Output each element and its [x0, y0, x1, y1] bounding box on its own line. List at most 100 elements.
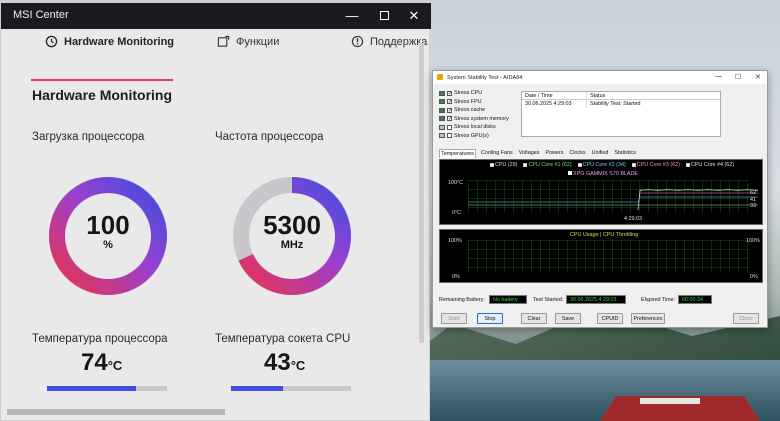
- legend-item[interactable]: CPU Core #1 (62): [523, 162, 572, 168]
- tab-voltages[interactable]: Voltages: [518, 149, 541, 158]
- graph-tabs: Temperatures Cooling Fans Voltages Power…: [439, 149, 637, 158]
- elapsed-time-value: 00:00:34: [678, 295, 712, 304]
- socket-temperature-readout: 43°C: [264, 349, 305, 377]
- stress-option-label: Stress cache: [454, 107, 486, 114]
- close-dialog-button[interactable]: Close: [733, 313, 759, 324]
- cpu-temperature-value: 74: [81, 349, 108, 376]
- features-icon: [217, 35, 230, 47]
- msi-nav: Hardware Monitoring Функции Поддержка: [1, 29, 431, 81]
- aida-titlebar[interactable]: System Stability Test - AIDA64 — ☐ ✕: [433, 71, 767, 84]
- memory-icon: [439, 116, 445, 122]
- column-header-status[interactable]: Status: [587, 92, 605, 99]
- cpu-icon: [439, 90, 445, 96]
- checkbox[interactable]: ✓: [447, 90, 452, 96]
- stress-option-label: Stress GPU(s): [454, 132, 489, 139]
- cache-icon: [439, 107, 445, 113]
- legend-item[interactable]: CPU Core #3 (62): [631, 162, 680, 168]
- tab-support[interactable]: Поддержка: [351, 35, 427, 48]
- cpu-usage-graph: CPU Usage | CPU Throttling 100% 0% 100% …: [439, 229, 763, 283]
- tab-cooling-fans[interactable]: Cooling Fans: [480, 149, 514, 158]
- y-axis-bottom-right-label: 0%: [750, 274, 758, 280]
- msi-center-window: MSI Center — ✕ Hardware Monitoring Функц…: [0, 2, 431, 421]
- tab-functions-label: Функции: [236, 35, 280, 48]
- disk-icon: [439, 124, 445, 130]
- socket-temperature-bar: [231, 386, 351, 391]
- legend-item-drive[interactable]: XPG GAMMIX S70 BLADE: [568, 171, 638, 177]
- checkbox[interactable]: [447, 133, 452, 139]
- cpu-frequency-gauge: 5300 MHz: [231, 175, 353, 297]
- socket-temperature-bar-fill: [231, 386, 283, 391]
- cpu-load-value: 100: [86, 210, 130, 240]
- aida-app-icon: [437, 74, 443, 80]
- cpuid-button[interactable]: CPUID: [597, 313, 623, 324]
- legend-item[interactable]: CPU (29): [490, 162, 517, 168]
- right-value: 62: [750, 190, 756, 196]
- tab-hardware-monitoring[interactable]: Hardware Monitoring: [45, 35, 174, 48]
- y-axis-top-label: 100°C: [448, 180, 464, 186]
- y-axis-top-right-label: 100%: [746, 238, 760, 244]
- tab-powers[interactable]: Powers: [544, 149, 564, 158]
- aida-close-button[interactable]: ✕: [755, 73, 761, 81]
- save-button[interactable]: Save: [555, 313, 581, 324]
- legend-item[interactable]: CPU Core #2 (34): [577, 162, 626, 168]
- elapsed-time-label: Elapsed Time:: [641, 297, 676, 303]
- tab-functions[interactable]: Функции: [217, 35, 279, 48]
- cpu-usage-title: CPU Usage: [570, 232, 599, 238]
- checkbox[interactable]: [447, 124, 452, 130]
- tab-hardware-monitoring-label: Hardware Monitoring: [64, 35, 175, 48]
- checkbox[interactable]: ✓: [447, 116, 452, 122]
- clear-button[interactable]: Clear: [521, 313, 547, 324]
- socket-temperature-unit: °C: [290, 358, 306, 373]
- start-button[interactable]: Start: [441, 313, 467, 324]
- log-date-cell: 30.06.2025 4:29:03: [522, 100, 587, 108]
- usage-legend: CPU Usage | CPU Throttling: [570, 232, 638, 238]
- table-row[interactable]: 30.06.2025 4:29:03 Stability Test: Start…: [522, 100, 720, 108]
- socket-temperature-value: 43: [264, 349, 291, 376]
- stress-option[interactable]: ✓ Stress CPU: [439, 89, 519, 98]
- preferences-button[interactable]: Preferences: [631, 313, 665, 324]
- checkbox[interactable]: ✓: [447, 107, 452, 113]
- maximize-button[interactable]: [373, 7, 395, 25]
- stress-option[interactable]: ✓ Stress cache: [439, 106, 519, 115]
- tab-statistics[interactable]: Statistics: [613, 149, 637, 158]
- cpu-throttling-title: CPU Throttling: [602, 232, 639, 238]
- stress-option-label: Stress system memory: [454, 115, 509, 122]
- msi-titlebar[interactable]: MSI Center — ✕: [1, 3, 431, 29]
- aida-maximize-button[interactable]: ☐: [735, 73, 741, 81]
- y-axis-bottom-label: 0°C: [452, 210, 462, 216]
- fpu-icon: [439, 99, 445, 105]
- stress-option[interactable]: Stress GPU(s): [439, 132, 519, 141]
- tab-temperatures[interactable]: Temperatures: [439, 149, 476, 158]
- cpu-load-gauge: 100 %: [47, 175, 169, 297]
- horizontal-scrollbar[interactable]: [7, 409, 225, 415]
- cpu-temperature-readout: 74°C: [81, 349, 122, 377]
- temperature-graph: CPU (29) CPU Core #1 (62) CPU Core #2 (3…: [439, 159, 763, 225]
- close-button[interactable]: ✕: [403, 7, 425, 25]
- stress-option[interactable]: ✓ Stress FPU: [439, 98, 519, 107]
- cpu-frequency-label: Частота процессора: [215, 131, 324, 143]
- tab-clocks[interactable]: Clocks: [568, 149, 586, 158]
- column-header-date[interactable]: Date / Time: [522, 92, 587, 99]
- socket-temperature-label: Температура сокета CPU: [215, 333, 351, 345]
- cpu-temperature-label: Температура процессора: [32, 333, 168, 345]
- msi-window-title: MSI Center: [13, 9, 69, 21]
- legend-item[interactable]: CPU Core #4 (62): [685, 162, 734, 168]
- temperature-legend: CPU (29) CPU Core #1 (62) CPU Core #2 (3…: [490, 162, 734, 168]
- event-log-table[interactable]: Date / Time Status 30.06.2025 4:29:03 St…: [521, 91, 721, 137]
- gpu-icon: [439, 133, 445, 139]
- tab-unified[interactable]: Unified: [591, 149, 610, 158]
- temperature-lines: [468, 188, 758, 211]
- info-icon: [351, 35, 364, 48]
- aida-minimize-button[interactable]: —: [715, 73, 722, 80]
- cpu-load-unit: %: [103, 239, 113, 251]
- cpu-temperature-bar: [47, 386, 167, 391]
- stress-option[interactable]: ✓ Stress system memory: [439, 115, 519, 124]
- stress-option[interactable]: Stress local disks: [439, 123, 519, 132]
- test-started-label: Test Started:: [533, 297, 564, 303]
- wallpaper-roof: [640, 398, 700, 404]
- minimize-button[interactable]: —: [341, 7, 363, 25]
- checkbox[interactable]: ✓: [447, 99, 452, 105]
- cpu-temperature-bar-fill: [47, 386, 136, 391]
- stop-button[interactable]: Stop: [477, 313, 503, 324]
- vertical-scrollbar[interactable]: [419, 43, 424, 343]
